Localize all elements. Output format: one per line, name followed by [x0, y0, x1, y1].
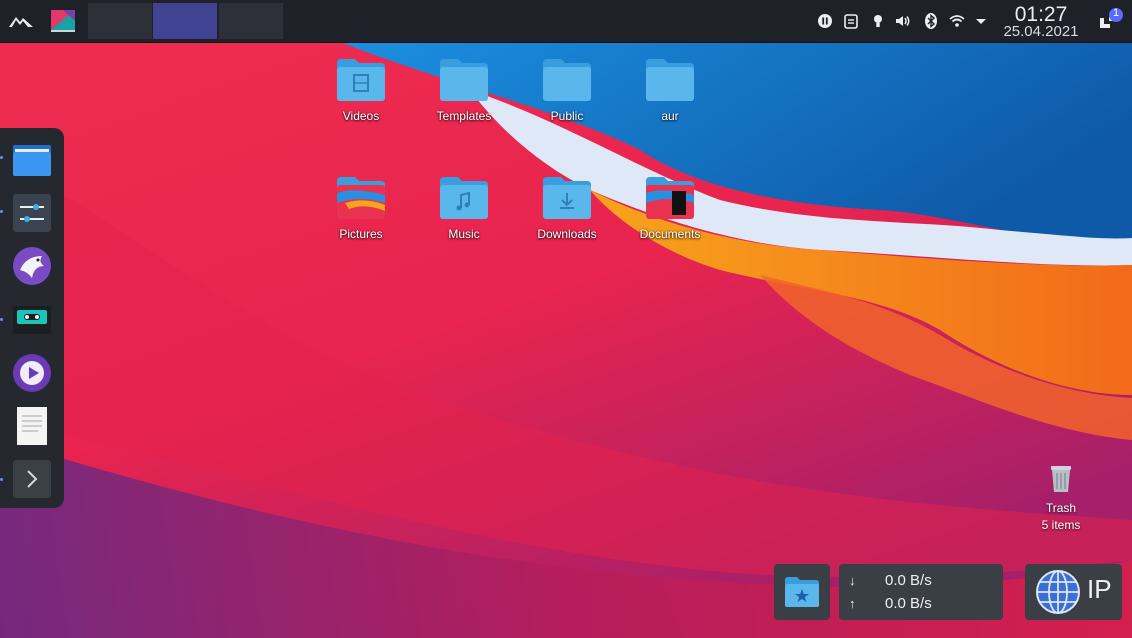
desktop-icon-public[interactable]: Public — [523, 55, 611, 123]
ip-label: IP — [1087, 574, 1112, 604]
folder-downloads-icon — [543, 177, 591, 219]
media-pause-icon[interactable] — [816, 12, 834, 30]
pager-desktop-1[interactable] — [88, 3, 152, 39]
desktop-icon-music[interactable]: Music — [420, 173, 508, 241]
trash-icon — [1051, 466, 1071, 492]
desktop-icon-videos[interactable]: Videos — [317, 55, 405, 123]
eagle-app-icon[interactable] — [12, 246, 52, 286]
upload-speed: ↑ 0.0 B/s — [849, 595, 989, 612]
desktop-icon-label: Videos — [342, 109, 380, 123]
desktop-icon-aur[interactable]: aur — [626, 55, 714, 123]
pager-desktop-3[interactable] — [219, 3, 283, 39]
desktop-icon-label: Music — [448, 227, 480, 241]
download-speed-value: 0.0 B/s — [885, 572, 932, 589]
pager-desktop-2[interactable] — [153, 3, 217, 39]
desktop-icon-downloads[interactable]: Downloads — [523, 173, 611, 241]
desktop-icon-trash[interactable]: Trash 5 items — [1030, 460, 1092, 534]
wifi-icon[interactable] — [948, 12, 966, 30]
cassette-player-icon[interactable] — [12, 300, 52, 340]
bulb-icon[interactable] — [869, 12, 887, 30]
folder-templates-icon — [440, 59, 488, 101]
clock-date[interactable]: 25.04.2021 — [996, 23, 1086, 40]
desktop-icon-templates[interactable]: Templates — [420, 55, 508, 123]
top-panel: 01:27 25.04.2021 1 — [0, 0, 1132, 43]
download-speed: ↓ 0.0 B/s — [849, 572, 989, 589]
dock-running-indicator — [0, 156, 3, 159]
dock-running-indicator — [0, 478, 3, 481]
tray-expand-icon[interactable] — [972, 12, 990, 30]
settings-sliders-icon[interactable] — [12, 193, 52, 233]
desktop-icon-label: Public — [550, 109, 584, 123]
kde-app-icon[interactable] — [50, 9, 76, 33]
netspeed-widget[interactable]: ↓ 0.0 B/s ↑ 0.0 B/s — [839, 564, 1003, 620]
folder-view-widget[interactable] — [774, 564, 830, 620]
favorites-folder-icon — [785, 577, 819, 607]
folder-public-icon — [543, 59, 591, 101]
download-arrow-icon: ↓ — [849, 573, 856, 588]
desktop-icon-pictures[interactable]: Pictures — [317, 173, 405, 241]
folder-icon — [646, 59, 694, 101]
desktop-icon-label: Templates — [436, 109, 492, 123]
trash-items-count: 5 items — [1041, 518, 1081, 532]
terminal-icon[interactable] — [12, 459, 52, 499]
bluetooth-icon[interactable] — [922, 12, 940, 30]
dock-running-indicator — [0, 318, 3, 321]
upload-speed-value: 0.0 B/s — [885, 595, 932, 612]
notification-count-badge: 1 — [1112, 7, 1120, 19]
folder-music-icon — [440, 177, 488, 219]
desktop-icon-label: Pictures — [339, 227, 383, 241]
desktop-icon-label: aur — [661, 109, 679, 123]
media-player-icon[interactable] — [12, 353, 52, 393]
text-document-icon[interactable] — [12, 406, 52, 446]
desktop-icon-documents[interactable]: Documents — [626, 173, 714, 241]
file-manager-icon[interactable] — [12, 140, 52, 180]
clipboard-icon[interactable] — [842, 12, 860, 30]
folder-pictures-icon — [337, 177, 385, 219]
dock-running-indicator — [0, 210, 3, 213]
public-ip-widget[interactable]: IP — [1025, 564, 1122, 620]
dock — [0, 128, 64, 508]
upload-arrow-icon: ↑ — [849, 596, 856, 611]
desktop-icon-label: Documents — [639, 227, 701, 241]
trash-label: Trash — [1045, 501, 1077, 515]
application-launcher-icon[interactable] — [6, 9, 36, 33]
globe-icon — [1036, 570, 1080, 614]
volume-icon[interactable] — [894, 12, 912, 30]
folder-documents-icon — [646, 177, 694, 219]
folder-videos-icon — [337, 59, 385, 101]
desktop-icon-label: Downloads — [537, 227, 597, 241]
